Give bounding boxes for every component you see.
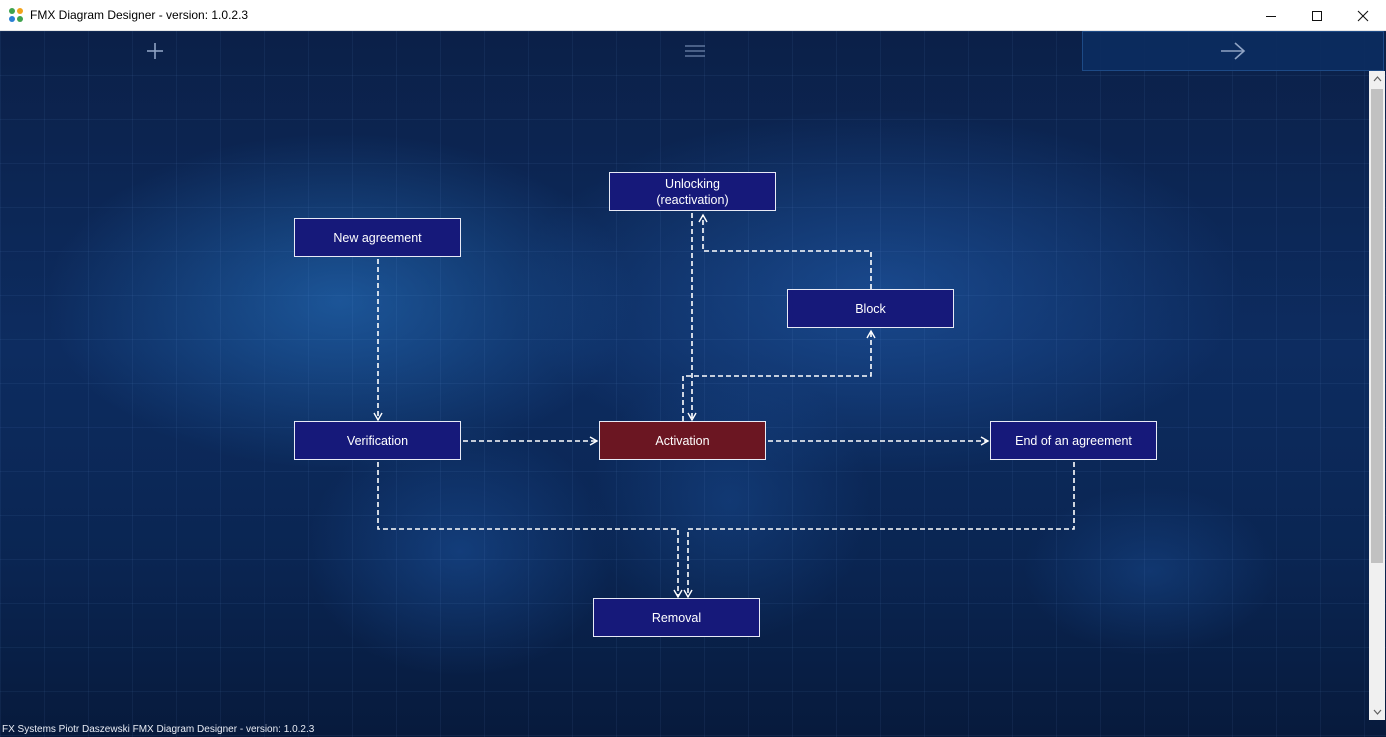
node-label: Unlocking — [665, 176, 720, 191]
title-bar: FMX Diagram Designer - version: 1.0.2.3 — [0, 0, 1386, 31]
node-end-of-agreement[interactable]: End of an agreement — [990, 421, 1157, 460]
node-removal[interactable]: Removal — [593, 598, 760, 637]
connector-block-to-unlocking — [698, 213, 872, 289]
node-label: Verification — [346, 433, 409, 448]
maximize-button[interactable] — [1294, 0, 1340, 31]
node-unlocking[interactable]: Unlocking (reactivation) — [609, 172, 776, 211]
scroll-up-button[interactable] — [1369, 71, 1385, 87]
node-label: Block — [855, 301, 886, 316]
window-title: FMX Diagram Designer - version: 1.0.2.3 — [30, 8, 249, 22]
node-verification[interactable]: Verification — [294, 421, 461, 460]
node-block[interactable]: Block — [787, 289, 954, 328]
node-new-agreement[interactable]: New agreement — [294, 218, 461, 257]
maximize-icon — [1312, 10, 1322, 21]
connector-activation-to-block — [682, 329, 876, 421]
node-label: Removal — [651, 610, 702, 625]
node-label: Activation — [655, 433, 710, 448]
close-button[interactable] — [1340, 0, 1386, 31]
node-label: End of an agreement — [1015, 433, 1132, 448]
scroll-thumb[interactable] — [1371, 89, 1383, 563]
node-label: New agreement — [333, 230, 422, 245]
node-label: (reactivation) — [656, 192, 729, 207]
diagram-canvas[interactable]: New agreement Unlocking (reactivation) B… — [0, 31, 1386, 737]
minimize-icon — [1266, 15, 1276, 17]
scroll-down-button[interactable] — [1369, 704, 1385, 720]
connector-verification-to-removal — [377, 462, 683, 599]
status-footer: FX Systems Piotr Daszewski FMX Diagram D… — [2, 724, 315, 735]
chevron-up-icon — [1373, 76, 1381, 82]
app-logo-icon — [9, 8, 23, 22]
chevron-down-icon — [1373, 709, 1381, 715]
node-activation[interactable]: Activation — [599, 421, 766, 460]
minimize-button[interactable] — [1248, 0, 1294, 31]
close-icon — [1357, 10, 1369, 21]
vertical-scrollbar[interactable] — [1369, 71, 1385, 720]
connector-end-to-removal — [683, 462, 1075, 599]
